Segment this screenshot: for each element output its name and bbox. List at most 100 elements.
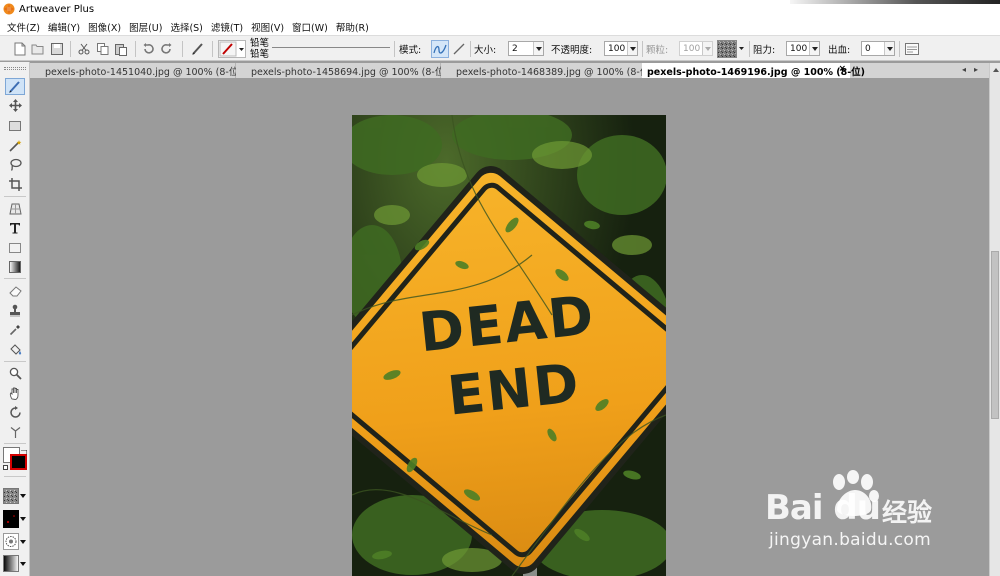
menu-image[interactable]: 图像(X) (84, 20, 125, 34)
open-folder-icon[interactable] (30, 40, 46, 58)
toolbar-separator (70, 41, 71, 57)
gradient-icon[interactable] (5, 258, 25, 275)
tools-panel (0, 62, 30, 576)
chevron-down-icon[interactable] (19, 488, 26, 504)
options-toolbar: 铅笔 铅笔 模式: 大小: 2 不透明度: 100 颗粒: 100 阻力: 10… (0, 35, 1000, 61)
app-window: Artweaver Plus 文件(Z) 编辑(Y) 图像(X) 图层(U) 选… (0, 0, 1000, 576)
resistance-label: 阻力: (753, 45, 776, 56)
brush-name-divider (272, 47, 390, 48)
paper-preset-swatch[interactable] (3, 488, 19, 504)
size-dropdown[interactable]: 2 (508, 41, 544, 56)
menu-layer[interactable]: 图层(U) (125, 20, 166, 34)
window-title: Artweaver Plus (19, 3, 95, 15)
symmetry-icon[interactable] (5, 424, 25, 441)
paint-bucket-icon[interactable] (5, 341, 25, 358)
scroll-up-icon[interactable] (991, 65, 1000, 75)
gradient-preset-swatch[interactable] (3, 555, 19, 572)
brush-shape-preset-swatch[interactable] (3, 533, 19, 550)
tab-scroll-left-icon[interactable]: ◂ (962, 65, 966, 74)
perspective-icon[interactable] (5, 200, 25, 217)
tool-separator (4, 443, 26, 444)
lasso-icon[interactable] (5, 156, 25, 173)
eyedropper-icon[interactable] (5, 321, 25, 338)
tool-separator (4, 196, 26, 197)
tab-document-1[interactable]: pexels-photo-1451040.jpg @ 100% (8-位) (30, 63, 242, 78)
panel-grip[interactable] (4, 67, 26, 70)
bleed-label: 出血: (828, 45, 851, 56)
rectangle-select-icon[interactable] (5, 117, 25, 134)
clone-stamp-icon[interactable] (5, 302, 25, 319)
document-image[interactable]: DEAD END (352, 115, 666, 576)
bleed-value: 0 (865, 43, 871, 54)
mode-label: 模式: (399, 45, 422, 56)
magic-wand-icon[interactable] (5, 137, 25, 154)
chevron-down-icon[interactable] (702, 42, 712, 55)
brush-tool-icon[interactable] (5, 78, 25, 95)
vertical-scrollbar[interactable] (989, 63, 1000, 576)
move-tool-icon[interactable] (5, 97, 25, 114)
rotate-view-icon[interactable] (5, 404, 25, 421)
brush-tool-icon[interactable] (189, 40, 207, 58)
foreground-color-swatch[interactable] (10, 454, 27, 470)
size-label: 大小: (474, 45, 497, 56)
cut-icon[interactable] (76, 40, 92, 58)
tab-label: pexels-photo-1468389.jpg @ 100% (8-位) (456, 67, 654, 78)
menu-filter[interactable]: 滤镜(T) (207, 20, 247, 34)
menu-select[interactable]: 选择(S) (166, 20, 206, 34)
menu-window[interactable]: 窗口(W) (288, 20, 332, 34)
chevron-down-icon[interactable] (533, 42, 543, 55)
toolbar-separator (642, 41, 643, 57)
menu-view[interactable]: 视图(V) (247, 20, 288, 34)
hand-icon[interactable] (5, 385, 25, 402)
opacity-value: 100 (608, 43, 626, 54)
undo-icon[interactable] (140, 40, 156, 58)
chevron-down-icon[interactable] (809, 42, 819, 55)
bleed-dropdown[interactable]: 0 (861, 41, 895, 56)
save-icon[interactable] (49, 40, 65, 58)
chevron-down-icon[interactable] (19, 511, 26, 527)
menu-edit[interactable]: 编辑(Y) (44, 20, 84, 34)
new-file-icon[interactable] (12, 40, 28, 58)
chevron-down-icon[interactable] (19, 556, 26, 572)
resistance-dropdown[interactable]: 100 (786, 41, 820, 56)
redo-icon[interactable] (159, 40, 175, 58)
menu-bar: 文件(Z) 编辑(Y) 图像(X) 图层(U) 选择(S) 滤镜(T) 视图(V… (0, 18, 1000, 35)
chevron-down-icon[interactable] (884, 42, 894, 55)
tab-document-4[interactable]: pexels-photo-1469196.jpg @ 100% (8-位) × (642, 63, 865, 78)
tab-label: pexels-photo-1458694.jpg @ 100% (8-位) (251, 67, 449, 78)
brush-settings-icon[interactable] (903, 40, 921, 58)
pattern-preset-swatch[interactable] (3, 510, 19, 528)
zoom-icon[interactable] (5, 365, 25, 382)
scrollbar-thumb[interactable] (991, 251, 999, 419)
opacity-dropdown[interactable]: 100 (604, 41, 638, 56)
copy-icon[interactable] (95, 40, 111, 58)
swap-colors-icon[interactable] (21, 447, 28, 455)
menu-file[interactable]: 文件(Z) (3, 20, 44, 34)
menu-help[interactable]: 帮助(R) (332, 20, 373, 34)
grain-dropdown[interactable]: 100 (679, 41, 713, 56)
brush-preset-picker[interactable] (218, 40, 246, 58)
brush-variant-label: 铅笔 (250, 49, 270, 60)
freehand-mode-icon[interactable] (431, 40, 449, 58)
crop-icon[interactable] (5, 176, 25, 193)
toolbar-separator (899, 41, 900, 57)
chevron-down-icon[interactable] (19, 534, 26, 550)
tab-document-2[interactable]: pexels-photo-1458694.jpg @ 100% (8-位) (236, 63, 448, 78)
tab-label: pexels-photo-1469196.jpg @ 100% (8-位) (647, 67, 866, 78)
tab-document-3[interactable]: pexels-photo-1468389.jpg @ 100% (8-位) (441, 63, 653, 78)
default-colors-icon[interactable] (3, 465, 8, 470)
grain-label: 颗粒: (646, 45, 669, 56)
tab-scroll-right-icon[interactable]: ▸ (974, 65, 978, 74)
tool-separator (4, 361, 26, 362)
grain-value: 100 (683, 43, 701, 54)
eraser-icon[interactable] (5, 282, 25, 299)
chevron-down-icon[interactable] (627, 42, 637, 55)
shape-tool-icon[interactable] (5, 239, 25, 256)
paper-texture-picker[interactable] (716, 40, 746, 58)
paste-icon[interactable] (113, 40, 129, 58)
artweaver-logo-icon (3, 3, 15, 15)
text-tool-icon[interactable] (5, 219, 25, 236)
straight-line-mode-icon[interactable] (451, 40, 467, 58)
close-icon[interactable]: × (838, 64, 846, 74)
toolbar-separator (135, 41, 136, 57)
